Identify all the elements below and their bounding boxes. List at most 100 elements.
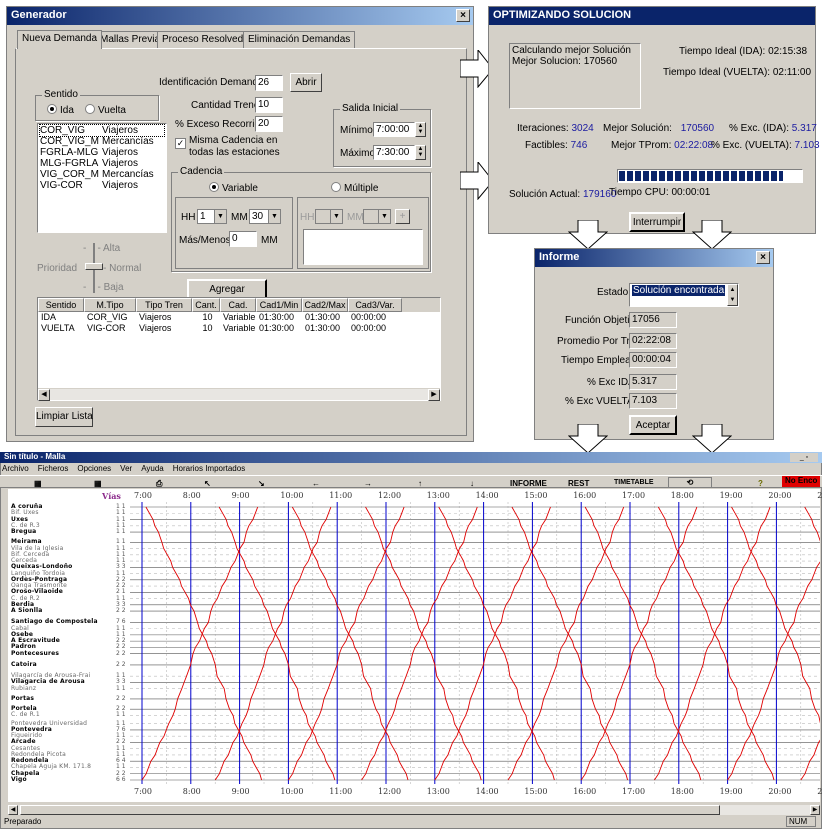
- train-ida-line[interactable]: [584, 506, 702, 781]
- train-ida-line[interactable]: [438, 506, 555, 781]
- train-ida-line[interactable]: [365, 506, 482, 781]
- help-icon[interactable]: ?: [758, 479, 763, 488]
- variable-radio[interactable]: Variable: [209, 182, 258, 194]
- train-vuelta-line[interactable]: [800, 507, 820, 781]
- mas-menos-input[interactable]: 0: [229, 231, 257, 247]
- train-vuelta-line[interactable]: [288, 506, 405, 781]
- malla-graph[interactable]: [130, 502, 820, 784]
- arrow-right-icon[interactable]: →: [364, 479, 372, 488]
- abrir-button[interactable]: Abrir: [290, 73, 322, 92]
- malla-titlebar: Sin título - Malla: [0, 452, 822, 463]
- optimizando-window: OPTIMIZANDO SOLUCION Calculando mejor So…: [488, 6, 820, 234]
- malla-title: Sin título - Malla: [4, 452, 66, 461]
- arrow-down-icon[interactable]: ↓: [470, 479, 474, 488]
- grid-icon[interactable]: ▦: [34, 479, 42, 488]
- minimo-input[interactable]: 7:00:00: [373, 122, 415, 137]
- malla-name: MLG-FGRLA: [40, 158, 99, 169]
- hour-label: 7:00: [134, 491, 152, 500]
- aceptar-button[interactable]: Aceptar: [629, 415, 677, 435]
- tab-nueva-demanda[interactable]: Nueva Demanda: [17, 30, 103, 49]
- informe-tool-button[interactable]: INFORME: [510, 479, 547, 488]
- train-vuelta-line[interactable]: [214, 506, 332, 781]
- print-icon[interactable]: ⎙: [156, 479, 162, 489]
- arrow-up-icon[interactable]: ↑: [418, 479, 422, 488]
- column-header[interactable]: Cant.: [192, 298, 220, 312]
- estado-scroll[interactable]: ▲ ▼: [727, 284, 738, 306]
- arrow-down-right-icon[interactable]: ↘: [258, 479, 265, 488]
- menu-item[interactable]: Ayuda: [141, 464, 164, 473]
- menu-item[interactable]: Archivo: [2, 464, 29, 473]
- interrumpir-button[interactable]: Interrumpir: [629, 212, 685, 232]
- menu-item[interactable]: Ver: [120, 464, 132, 473]
- list-item[interactable]: MLG-FGRLA Viajeros: [40, 158, 164, 169]
- generador-window: Generador × Nueva Demanda Mallas Previas…: [6, 6, 474, 442]
- optimizando-title: OPTIMIZANDO SOLUCION: [493, 9, 632, 21]
- no-encontrado-badge: No Enco: [782, 476, 821, 487]
- table-row[interactable]: IDA COR_VIG Viajeros 10 Variable 01:30:00 01:3…: [38, 312, 440, 323]
- exceso-input[interactable]: 20: [255, 116, 283, 132]
- train-vuelta-line[interactable]: [580, 506, 698, 781]
- train-vuelta-line[interactable]: [727, 507, 820, 781]
- column-header[interactable]: Cad.: [220, 298, 256, 312]
- arrow-left-icon[interactable]: ←: [312, 479, 320, 488]
- maximo-spinner[interactable]: ▲ ▼: [415, 145, 426, 160]
- train-ida-line[interactable]: [731, 506, 821, 780]
- menu-item[interactable]: Ficheros: [38, 464, 69, 473]
- column-header[interactable]: Cad1/Min: [256, 298, 302, 312]
- list-item[interactable]: COR_VIG_M Mercancías: [40, 136, 164, 147]
- multiple-radio[interactable]: Múltiple: [331, 182, 378, 194]
- train-vuelta-line[interactable]: [361, 506, 478, 781]
- maximo-input[interactable]: 7:30:00: [373, 145, 415, 160]
- train-ida-line[interactable]: [291, 506, 409, 781]
- train-ida-line[interactable]: [218, 506, 336, 781]
- mm-select[interactable]: 30 ▼: [249, 209, 281, 224]
- exc-vuelta-label: % Exc VUELTA:: [565, 396, 637, 407]
- train-vuelta-line[interactable]: [507, 506, 625, 781]
- prioridad-slider-thumb[interactable]: [85, 263, 103, 270]
- table-row[interactable]: VUELTA VIG-COR Viajeros 10 Variable 01:30:00 0…: [38, 323, 440, 334]
- list-item[interactable]: FGRLA-MLG Viajeros: [40, 147, 164, 158]
- train-vuelta-line[interactable]: [654, 506, 771, 781]
- close-icon[interactable]: ×: [756, 251, 770, 264]
- hh-select[interactable]: 1 ▼: [197, 209, 227, 224]
- train-ida-line[interactable]: [511, 506, 629, 781]
- tab-eliminacion-demandas[interactable]: Eliminación Demandas: [243, 31, 356, 48]
- timetable-tool-button[interactable]: TIMETABLE: [614, 479, 654, 486]
- ida-radio[interactable]: Ida: [47, 104, 74, 116]
- minimo-spinner[interactable]: ▲ ▼: [415, 122, 426, 137]
- column-header[interactable]: M.Tipo: [84, 298, 136, 312]
- train-vuelta-line[interactable]: [434, 506, 551, 781]
- menu-item[interactable]: Opciones: [77, 464, 111, 473]
- train-ida-line[interactable]: [145, 506, 263, 781]
- column-header[interactable]: Sentido: [38, 298, 84, 312]
- undo-icon[interactable]: ⟲: [668, 477, 712, 488]
- menu-item[interactable]: Horarios Importados: [173, 464, 245, 473]
- close-icon[interactable]: ×: [456, 9, 470, 22]
- rest-tool-button[interactable]: REST: [568, 479, 589, 488]
- malla-window-controls[interactable]: _ ▫: [790, 453, 818, 462]
- demanda-table[interactable]: Sentido M.Tipo Tipo Tren Cant. Cad. Cad1/Min C…: [37, 297, 441, 401]
- limpiar-lista-button[interactable]: Limpiar Lista: [35, 407, 93, 427]
- mallas-list[interactable]: COR_VIG Viajeros COR_VIG_M Mercancías FGRLA-…: [37, 123, 167, 233]
- vuelta-radio[interactable]: Vuelta: [85, 104, 126, 116]
- column-header[interactable]: Cad3/Var.: [348, 298, 402, 312]
- column-header[interactable]: Tipo Tren: [136, 298, 192, 312]
- agregar-button[interactable]: Agregar: [187, 279, 267, 299]
- salida-inicial-title: Salida Inicial: [340, 103, 401, 114]
- table-cell: Variable: [223, 312, 256, 322]
- table-hscrollbar[interactable]: ◀ ▶: [38, 388, 440, 401]
- train-ida-line[interactable]: [657, 506, 775, 781]
- malla-hscrollbar[interactable]: ◀ ▶: [8, 805, 820, 815]
- list-item[interactable]: VIG_COR_M Mercancías: [40, 169, 164, 180]
- hour-label: 9:00: [231, 787, 250, 796]
- identificacion-input[interactable]: 26: [255, 75, 283, 91]
- list-item[interactable]: COR_VIG Viajeros: [39, 124, 165, 137]
- list-item[interactable]: VIG-COR Viajeros: [40, 180, 164, 191]
- column-header[interactable]: Cad2/Max: [302, 298, 348, 312]
- table-icon[interactable]: ▦: [94, 479, 102, 488]
- arrow-up-left-icon[interactable]: ↖: [204, 479, 211, 488]
- train-ida-line[interactable]: [804, 506, 820, 780]
- cantidad-input[interactable]: 10: [255, 97, 283, 113]
- train-vuelta-line[interactable]: [141, 506, 259, 781]
- misma-cadencia-checkbox[interactable]: ✓: [175, 138, 186, 149]
